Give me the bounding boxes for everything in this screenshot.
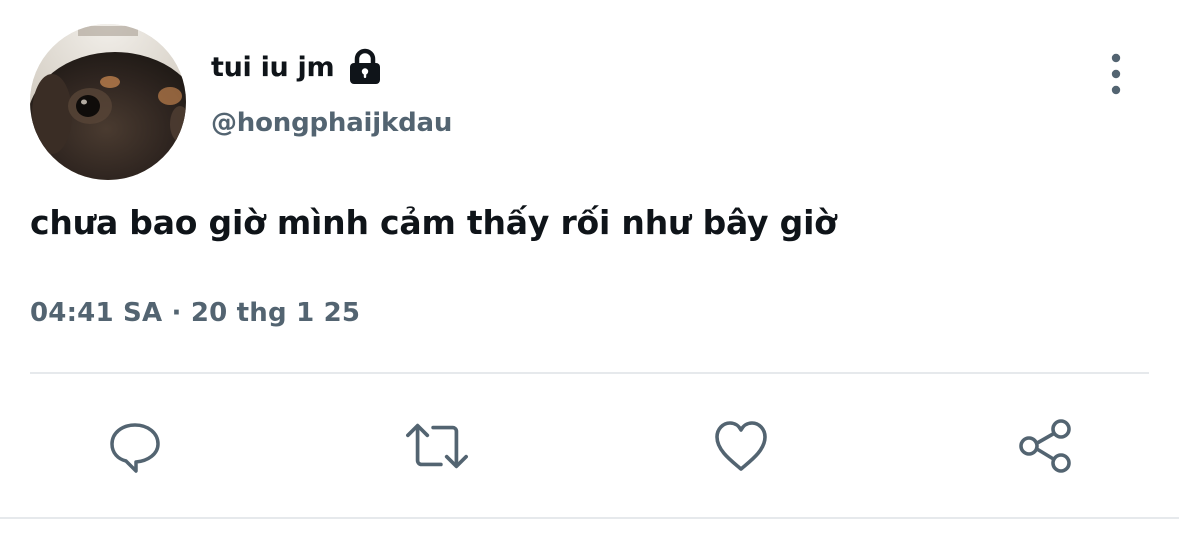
share-icon	[1019, 419, 1071, 473]
divider	[30, 372, 1149, 374]
lock-icon	[344, 46, 386, 88]
reply-icon	[110, 423, 160, 473]
avatar[interactable]	[30, 24, 186, 180]
divider-bottom	[0, 517, 1179, 519]
avatar-photo	[30, 24, 186, 180]
retweet-icon	[406, 423, 468, 469]
more-options-button[interactable]	[1098, 52, 1134, 98]
share-button[interactable]	[1012, 414, 1078, 478]
more-vertical-icon	[1111, 53, 1121, 95]
reply-button[interactable]	[102, 414, 168, 478]
display-name[interactable]: tui iu jm	[211, 52, 335, 83]
tweet-timestamp[interactable]: 04:41 SA · 20 thg 1 25	[30, 298, 360, 328]
retweet-button[interactable]	[404, 414, 470, 478]
like-button[interactable]	[708, 414, 774, 478]
heart-icon	[715, 421, 767, 471]
display-name-row: tui iu jm	[211, 42, 386, 92]
tweet-text: chưa bao giờ mình cảm thấy rối như bây g…	[30, 203, 837, 242]
tweet-card: tui iu jm @hongphaijkdau chưa bao giờ mì…	[0, 0, 1179, 537]
user-handle[interactable]: @hongphaijkdau	[211, 108, 452, 138]
